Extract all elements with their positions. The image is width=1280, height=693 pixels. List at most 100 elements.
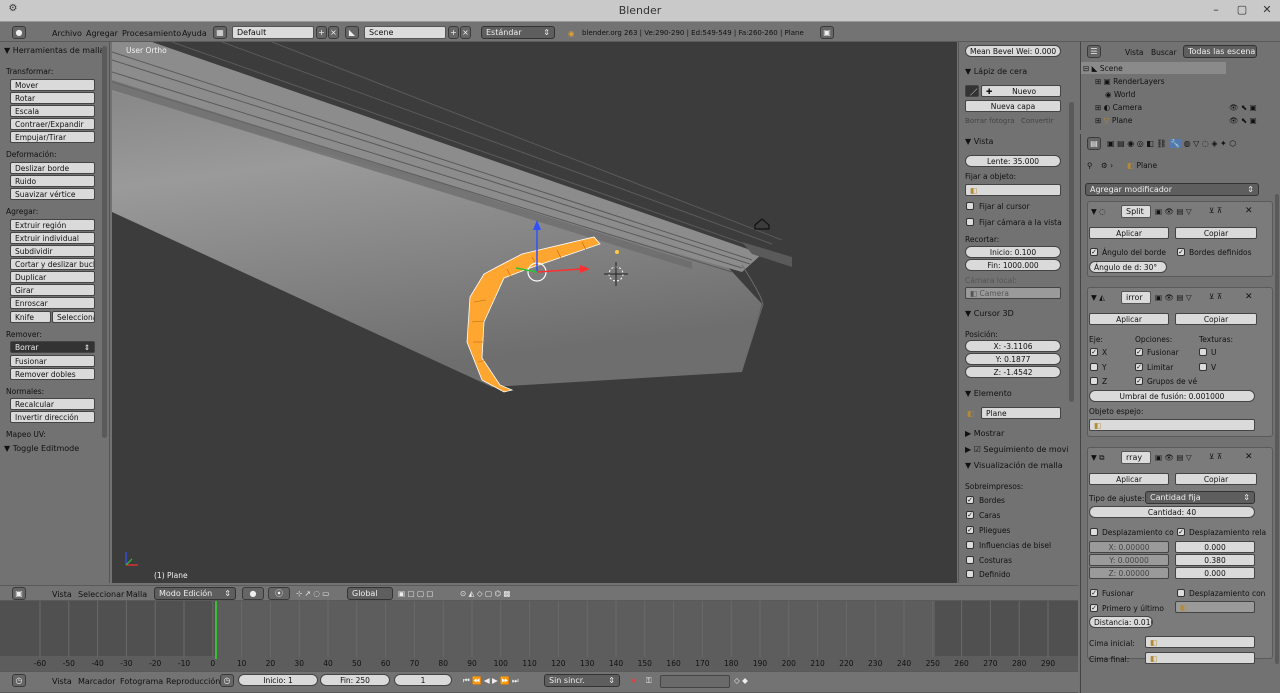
array-visibility-icons[interactable]: ▣ 👁 ▤ ▽ [1155, 453, 1192, 462]
tl-menu-marcador[interactable]: Marcador [78, 677, 115, 686]
remove-layout-icon[interactable]: × [328, 26, 339, 39]
faces-checkbox[interactable]: ✓ [966, 511, 974, 519]
cursor-x-field[interactable]: X: -3.1106 [965, 340, 1061, 352]
collapse-array-icon[interactable]: ▼ ⧉ [1091, 453, 1105, 463]
array-rel-z[interactable]: 0.000 [1175, 567, 1255, 579]
add-layout-icon[interactable]: + [316, 26, 327, 39]
menu-vista[interactable]: Vista [52, 590, 72, 599]
tl-menu-reproduccion[interactable]: Reproducción [166, 677, 220, 686]
btn-invertir[interactable]: Invertir dirección [10, 411, 95, 423]
outliner-item-plane[interactable]: ⊞ ▽ Plane [1095, 116, 1132, 125]
split-copy-button[interactable]: Copiar [1175, 227, 1257, 239]
remove-scene-icon[interactable]: × [460, 26, 471, 39]
add-scene-icon[interactable]: + [448, 26, 459, 39]
collapse-split-icon[interactable]: ▼ ◌ [1091, 207, 1106, 216]
plane-visibility-icons[interactable]: 👁 ⬉ ▣ [1229, 116, 1257, 125]
btn-fusionar[interactable]: Fusionar [10, 355, 95, 367]
select-mode-icons[interactable]: ⊙ ◭ ◇ ▢ ⌬ ▩ [460, 589, 510, 598]
remove-dropdown[interactable]: Borrar ⇕ [10, 341, 95, 353]
grease-pencil-panel[interactable]: ▼ Lápiz de cera [965, 67, 1027, 76]
array-distance-field[interactable]: Distancia: 0.0100 [1089, 616, 1153, 628]
display-panel[interactable]: ▶ Mostrar [965, 429, 1004, 438]
mirror-v-checkbox[interactable] [1199, 363, 1207, 371]
outliner-item-scene[interactable]: ⊟ ◣ Scene [1083, 64, 1123, 73]
preview-range-icon[interactable]: ◷ [220, 674, 234, 687]
btn-subdividir[interactable]: Subdividir [10, 245, 95, 257]
mirror-apply-button[interactable]: Aplicar [1089, 313, 1169, 325]
lens-field[interactable]: Lente: 35.000 [965, 155, 1061, 167]
btn-extruir-individual[interactable]: Extruir individual [10, 232, 95, 244]
array-firstlast-checkbox[interactable]: ✓ [1090, 604, 1098, 612]
playback-controls[interactable]: ⏮ ⏪ ◀ ▶ ⏩ ⏭ [463, 676, 519, 686]
btn-contraer[interactable]: Contraer/Expandir [10, 118, 95, 130]
convert-button[interactable]: Convertir [1021, 117, 1054, 125]
tracking-panel[interactable]: ▶ ☑ Seguimiento de movi [965, 445, 1069, 454]
btn-enroscar[interactable]: Enroscar [10, 297, 95, 309]
pivot-icon[interactable]: ⦿ [268, 587, 290, 600]
outliner-type-icon[interactable]: ☰ [1087, 45, 1101, 58]
pin-icon[interactable]: ⚲ [1087, 161, 1093, 170]
timeline[interactable]: -60 -50 -40 -30 -20 -10 0 10 20 30 40 50 60 70 80 90 100… [0, 601, 1078, 671]
layer-icons[interactable]: ▣ ▢ ▢ ▢ [398, 589, 434, 598]
btn-knife[interactable]: Knife [10, 311, 51, 323]
new-layer-button[interactable]: Nueva capa [965, 100, 1061, 112]
current-frame-indicator[interactable] [215, 601, 217, 659]
frame-end-field[interactable]: Fin: 250 [320, 674, 390, 686]
frame-start-field[interactable]: Inicio: 1 [238, 674, 318, 686]
keyframe-insert-icons[interactable]: ◇ ◆ [734, 676, 748, 685]
menu-archivo[interactable]: Archivo [52, 29, 82, 38]
mode-select[interactable]: Modo Edición ⇕ [154, 587, 236, 600]
menu-ayuda[interactable]: Ayuda [182, 29, 207, 38]
array-const-x[interactable]: X: 0.00000 [1089, 541, 1169, 553]
cursor-y-field[interactable]: Y: 0.1877 [965, 353, 1061, 365]
outliner-item-camera[interactable]: ⊞ ◐ Camera [1095, 103, 1142, 112]
toggle-editmode-panel[interactable]: ▼ Toggle Editmode [4, 444, 79, 453]
mirror-copy-button[interactable]: Copiar [1175, 313, 1257, 325]
current-frame-field[interactable]: 1 [394, 674, 452, 686]
array-fit-select[interactable]: Cantidad fija ⇕ [1145, 491, 1255, 504]
array-name-field[interactable]: rray [1121, 451, 1151, 464]
sync-select[interactable]: Sin sincr. ⇕ [544, 674, 620, 687]
minimize-icon[interactable]: – [1207, 3, 1225, 16]
array-count-field[interactable]: Cantidad: 40 [1089, 506, 1255, 518]
tl-menu-vista[interactable]: Vista [52, 677, 72, 686]
maximize-icon[interactable]: ▢ [1233, 3, 1251, 16]
outliner-item-renderlayers[interactable]: ⊞ ▣ RenderLayers [1095, 77, 1165, 86]
object-name-field[interactable]: Plane [981, 407, 1061, 419]
scene-field[interactable]: Scene [364, 26, 446, 39]
array-merge-checkbox[interactable]: ✓ [1090, 589, 1098, 597]
local-camera-field[interactable]: ◧ Camera [965, 287, 1061, 299]
mirror-merge-limit-field[interactable]: Umbral de fusión: 0.001000 [1089, 390, 1255, 402]
btn-mover[interactable]: Mover [10, 79, 95, 91]
pencil-icon[interactable]: ／ [965, 85, 979, 97]
cursor-z-field[interactable]: Z: -1.4542 [965, 366, 1061, 378]
array-rel-checkbox[interactable]: ✓ [1177, 528, 1185, 536]
outliner-filter-select[interactable]: Todas las escena [1183, 45, 1257, 58]
keying-set-icon[interactable]: ⚿ [646, 676, 652, 686]
array-rel-x[interactable]: 0.000 [1175, 541, 1255, 553]
split-angle-field[interactable]: Ángulo de d: 30° [1089, 261, 1167, 273]
array-rel-y[interactable]: 0.380 [1175, 554, 1255, 566]
btn-deslizar-borde[interactable]: Deslizar borde [10, 162, 95, 174]
view-panel[interactable]: ▼ Vista [965, 137, 993, 146]
mirror-reorder-icons[interactable]: ⊻ ⊼ [1209, 292, 1222, 301]
outliner-search-menu[interactable]: Buscar [1151, 48, 1177, 57]
collapse-mirror-icon[interactable]: ▼ ◭ [1091, 293, 1105, 302]
mirror-merge-checkbox[interactable]: ✓ [1135, 348, 1143, 356]
split-sharp-checkbox[interactable]: ✓ [1177, 248, 1185, 256]
lock-cursor-checkbox[interactable] [966, 202, 974, 210]
tl-menu-fotograma[interactable]: Fotograma [120, 677, 163, 686]
mirror-u-checkbox[interactable] [1199, 348, 1207, 356]
lock-camera-checkbox[interactable] [966, 218, 974, 226]
btn-cortar-bucle[interactable]: Cortar y deslizar bucle [10, 258, 95, 270]
camera-visibility-icons[interactable]: 👁 ⬉ ▣ [1229, 103, 1257, 112]
record-icon[interactable]: ⏺ [632, 676, 636, 686]
array-endcap-field[interactable]: ◧ [1145, 652, 1255, 664]
creases-checkbox[interactable]: ✓ [966, 526, 974, 534]
render-icon[interactable]: ▣ [820, 26, 834, 39]
mirror-object-field[interactable]: ◧ [1089, 419, 1255, 431]
split-remove-icon[interactable]: ✕ [1245, 206, 1253, 216]
array-startcap-field[interactable]: ◧ [1145, 636, 1255, 648]
properties-context-tabs[interactable]: ▣ ▤ ◉ ◎ ◧ ⛓ 🔧 ◍ ▽ ◌ ◈ ✦ ⬡ [1107, 139, 1236, 148]
shading-icon[interactable]: ● [242, 587, 264, 600]
